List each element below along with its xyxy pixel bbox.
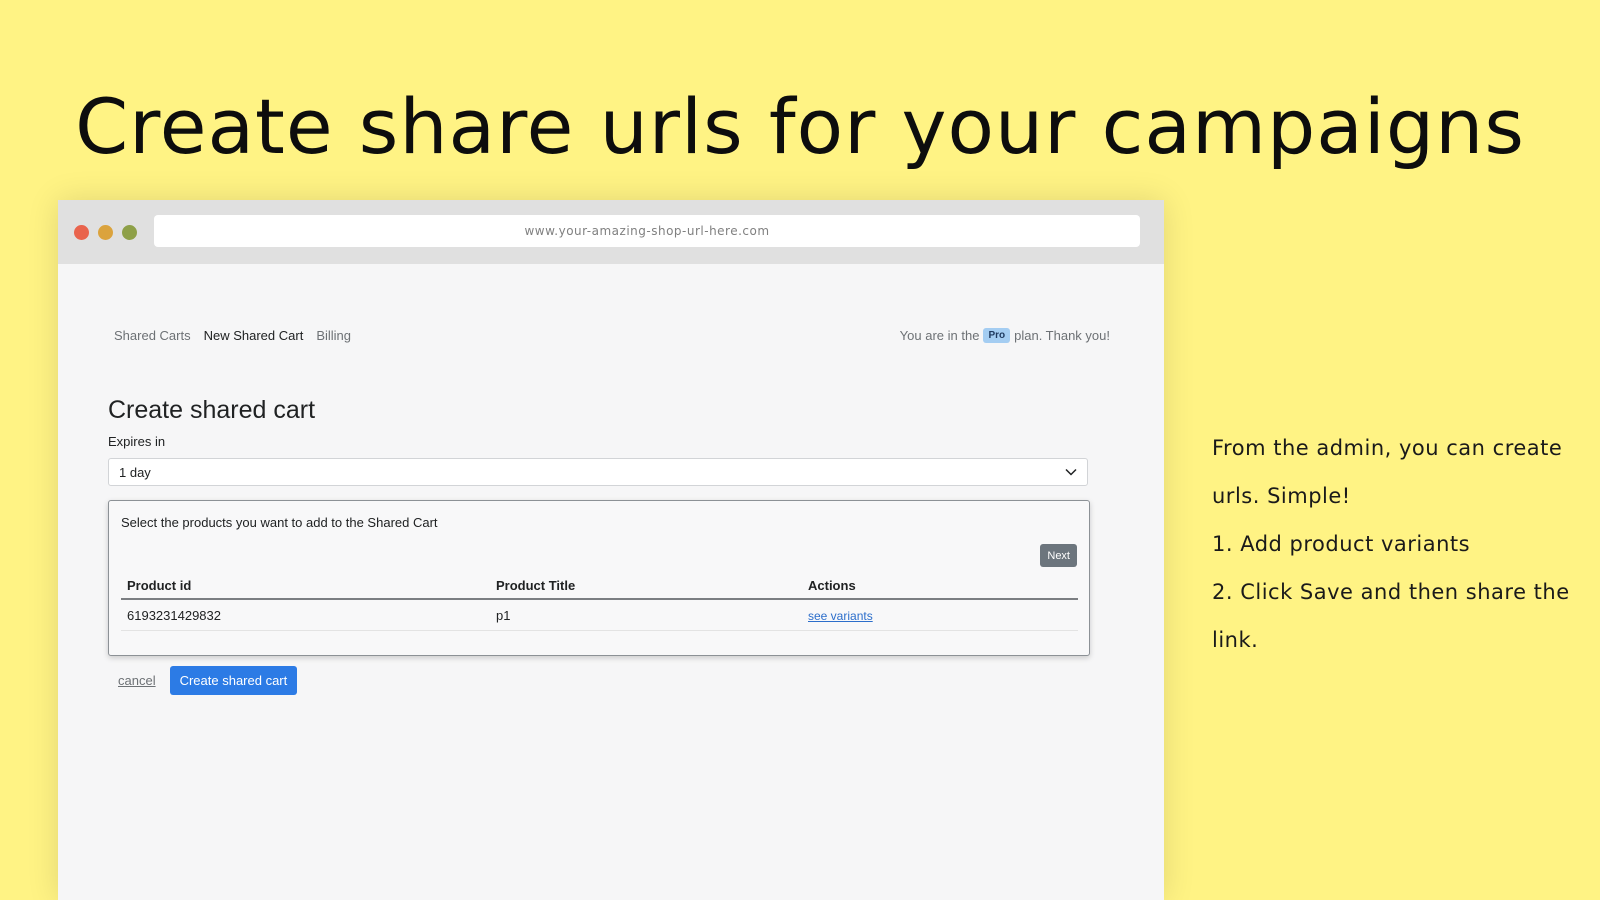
side-intro: From the admin, you can create urls. Sim…: [1212, 436, 1563, 508]
chevron-down-icon: [1065, 468, 1077, 476]
form-actions: cancel Create shared cart: [118, 666, 298, 695]
product-id-cell: 6193231429832: [127, 607, 221, 623]
expires-selected-value: 1 day: [119, 464, 151, 480]
headline: Create share urls for your campaigns: [75, 82, 1525, 171]
products-table: Product id Product Title Actions 6193231…: [121, 573, 1078, 631]
top-nav: Shared Carts New Shared Cart Billing: [114, 328, 351, 343]
column-header-product-title: Product Title: [496, 578, 576, 593]
plan-prefix: You are in the: [899, 328, 980, 343]
address-bar[interactable]: www.your-amazing-shop-url-here.com: [154, 215, 1140, 247]
product-title-cell: p1: [496, 607, 511, 623]
form-title: Create shared cart: [108, 396, 316, 424]
column-header-actions: Actions: [808, 578, 856, 593]
column-header-product-id: Product id: [127, 578, 192, 593]
plan-suffix: plan. Thank you!: [1014, 328, 1110, 343]
plan-badge: Pro: [983, 328, 1011, 343]
plan-status: You are in the Pro plan. Thank you!: [900, 328, 1110, 343]
product-picker-panel: Select the products you want to add to t…: [108, 500, 1090, 656]
minimize-window-icon[interactable]: [98, 225, 113, 240]
nav-item-shared-carts[interactable]: Shared Carts: [114, 328, 191, 343]
app-content: Shared Carts New Shared Cart Billing You…: [58, 264, 1164, 900]
products-intro: Select the products you want to add to t…: [121, 515, 438, 530]
next-button[interactable]: Next: [1040, 544, 1077, 567]
nav-item-new-shared-cart[interactable]: New Shared Cart: [204, 328, 304, 343]
side-step-2: 2. Click Save and then share the link.: [1212, 580, 1570, 652]
nav-item-billing[interactable]: Billing: [316, 328, 351, 343]
side-description: From the admin, you can create urls. Sim…: [1212, 424, 1592, 664]
close-window-icon[interactable]: [74, 225, 89, 240]
see-variants-link[interactable]: see variants: [808, 609, 873, 623]
browser-titlebar: www.your-amazing-shop-url-here.com: [58, 200, 1164, 264]
create-shared-cart-button[interactable]: Create shared cart: [169, 666, 298, 695]
side-step-1: 1. Add product variants: [1212, 532, 1471, 556]
expires-select[interactable]: 1 day: [108, 458, 1088, 486]
table-row: 6193231429832 p1 see variants: [121, 600, 1078, 631]
cancel-link[interactable]: cancel: [118, 673, 156, 688]
table-header: Product id Product Title Actions: [121, 573, 1078, 600]
expires-label: Expires in: [108, 434, 166, 449]
browser-window: www.your-amazing-shop-url-here.com Share…: [58, 200, 1164, 900]
maximize-window-icon[interactable]: [122, 225, 137, 240]
